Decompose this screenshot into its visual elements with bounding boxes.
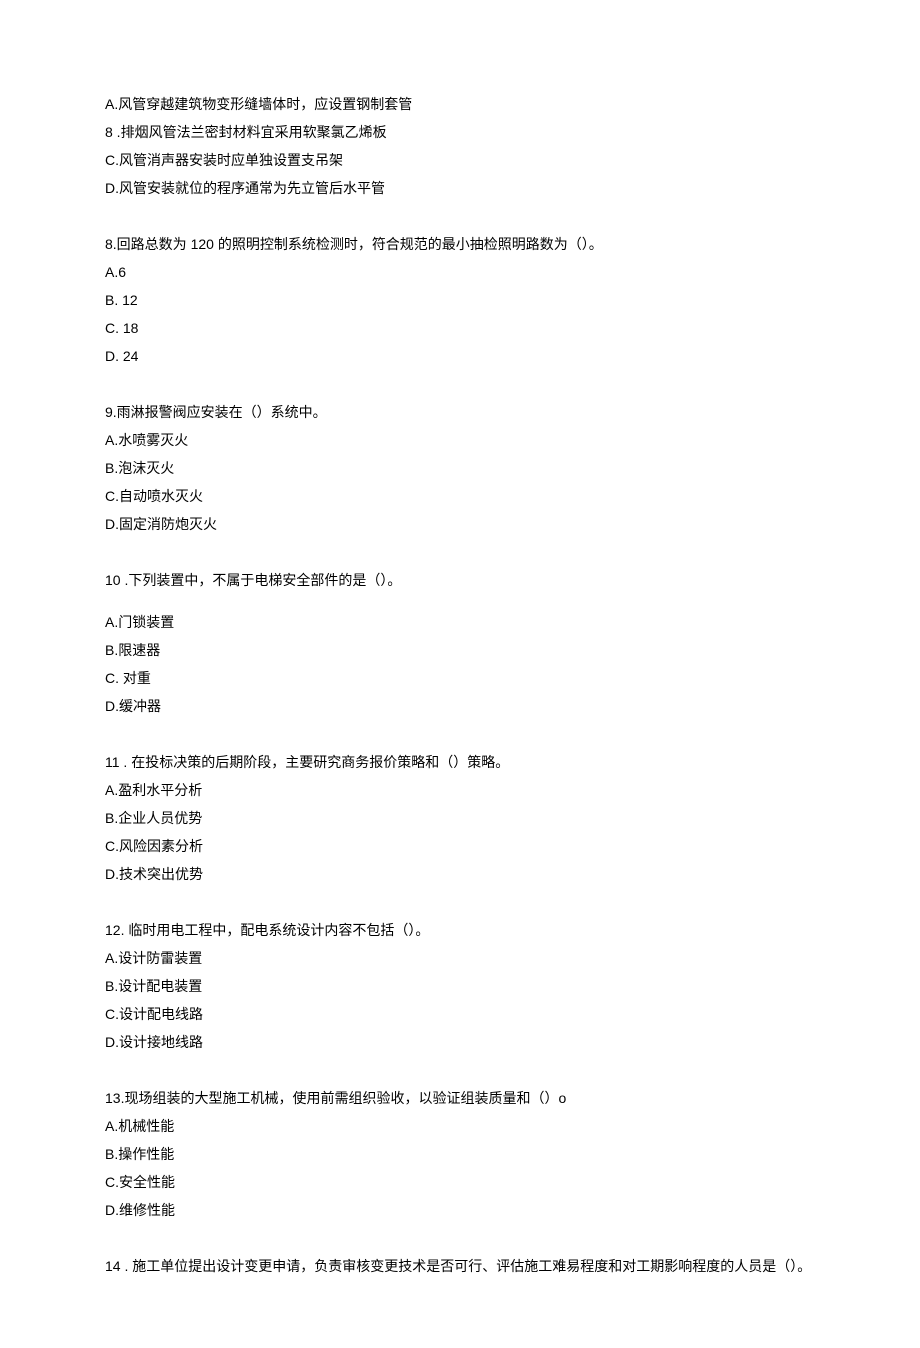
stem-prefix: 10 — [105, 572, 121, 588]
question-7-options: A.风管穿越建筑物变形缝墙体时，应设置钢制套管 8 .排烟风管法兰密封材料宜采用… — [105, 90, 815, 202]
option-d: D.风管安装就位的程序通常为先立管后水平管 — [105, 174, 815, 202]
question-8: 8.回路总数为 120 的照明控制系统检测时，符合规范的最小抽检照明路数为（）。… — [105, 230, 815, 370]
stem-prefix: 14 — [105, 1258, 121, 1274]
option-b: B.限速器 — [105, 636, 815, 664]
question-10: 10 .下列装置中，不属于电梯安全部件的是（）。 A.门锁装置 B.限速器 C.… — [105, 566, 815, 720]
option-b: 8 .排烟风管法兰密封材料宜采用软聚氯乙烯板 — [105, 118, 815, 146]
option-b: B.泡沫灭火 — [105, 454, 815, 482]
option-c: C.安全性能 — [105, 1168, 815, 1196]
option-a: A.风管穿越建筑物变形缝墙体时，应设置钢制套管 — [105, 90, 815, 118]
question-stem: 13.现场组装的大型施工机械，使用前需组织验收，以验证组装质量和（）o — [105, 1084, 815, 1112]
option-b: B.操作性能 — [105, 1140, 815, 1168]
option-a: A.水喷雾灭火 — [105, 426, 815, 454]
option-a: A.门锁装置 — [105, 608, 815, 636]
option-c: C.自动喷水灭火 — [105, 482, 815, 510]
question-9: 9.雨淋报警阀应安装在（）系统中。 A.水喷雾灭火 B.泡沫灭火 C.自动喷水灭… — [105, 398, 815, 538]
option-d: D.固定消防炮灭火 — [105, 510, 815, 538]
option-b-prefix: 8 — [105, 124, 113, 140]
question-stem: 11 . 在投标决策的后期阶段，主要研究商务报价策略和（）策略。 — [105, 748, 815, 776]
option-c: C. 18 — [105, 314, 815, 342]
question-13: 13.现场组装的大型施工机械，使用前需组织验收，以验证组装质量和（）o A.机械… — [105, 1084, 815, 1224]
question-11: 11 . 在投标决策的后期阶段，主要研究商务报价策略和（）策略。 A.盈利水平分… — [105, 748, 815, 888]
option-a: A.机械性能 — [105, 1112, 815, 1140]
option-d: D.维修性能 — [105, 1196, 815, 1224]
question-stem: 10 .下列装置中，不属于电梯安全部件的是（）。 — [105, 566, 815, 594]
spacer — [105, 594, 815, 608]
question-stem: 14 . 施工单位提出设计变更申请，负责审核变更技术是否可行、评估施工难易程度和… — [105, 1252, 815, 1280]
question-12: 12. 临时用电工程中，配电系统设计内容不包括（）。 A.设计防雷装置 B.设计… — [105, 916, 815, 1056]
option-c: C.风险因素分析 — [105, 832, 815, 860]
option-a: A.6 — [105, 258, 815, 286]
option-d: D.技术突出优势 — [105, 860, 815, 888]
option-a: A.设计防雷装置 — [105, 944, 815, 972]
option-b: B.企业人员优势 — [105, 804, 815, 832]
stem-text: . 在投标决策的后期阶段，主要研究商务报价策略和（）策略。 — [120, 754, 510, 770]
stem-text: .下列装置中，不属于电梯安全部件的是（）。 — [121, 572, 402, 588]
option-d: D. 24 — [105, 342, 815, 370]
question-14: 14 . 施工单位提出设计变更申请，负责审核变更技术是否可行、评估施工难易程度和… — [105, 1252, 815, 1280]
option-a: A.盈利水平分析 — [105, 776, 815, 804]
option-d: D.缓冲器 — [105, 692, 815, 720]
option-c: C.风管消声器安装时应单独设置支吊架 — [105, 146, 815, 174]
option-c: C.设计配电线路 — [105, 1000, 815, 1028]
question-stem: 8.回路总数为 120 的照明控制系统检测时，符合规范的最小抽检照明路数为（）。 — [105, 230, 815, 258]
stem-prefix: 11 — [105, 754, 120, 770]
option-c: C. 对重 — [105, 664, 815, 692]
option-b-text: .排烟风管法兰密封材料宜采用软聚氯乙烯板 — [113, 124, 387, 140]
question-stem: 9.雨淋报警阀应安装在（）系统中。 — [105, 398, 815, 426]
question-stem: 12. 临时用电工程中，配电系统设计内容不包括（）。 — [105, 916, 815, 944]
option-b: B. 12 — [105, 286, 815, 314]
stem-text: . 施工单位提出设计变更申请，负责审核变更技术是否可行、评估施工难易程度和对工期… — [121, 1258, 812, 1274]
option-b: B.设计配电装置 — [105, 972, 815, 1000]
option-d: D.设计接地线路 — [105, 1028, 815, 1056]
